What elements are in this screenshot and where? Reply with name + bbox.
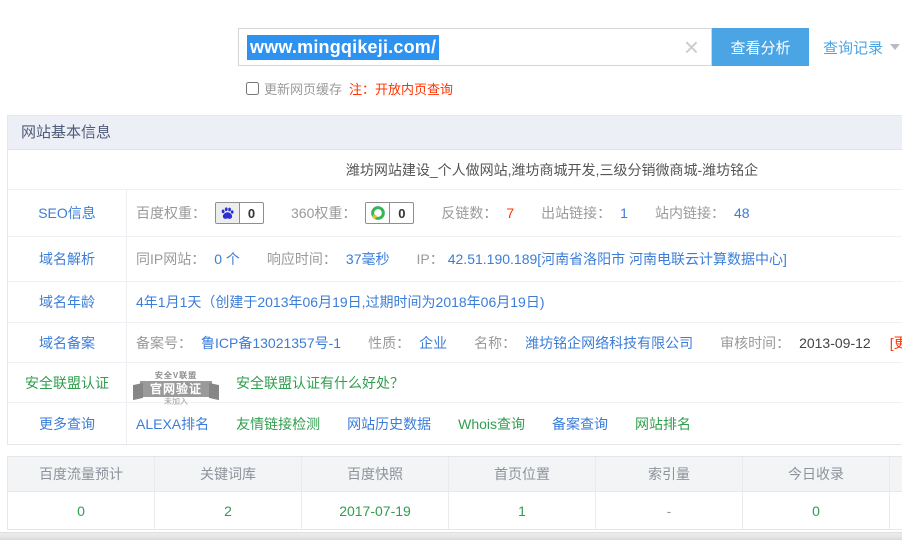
outlinks-value[interactable]: 1 <box>620 205 628 221</box>
update-cache-label: 更新网页缓存 <box>264 82 343 97</box>
baidu-weight-value: 0 <box>247 205 256 221</box>
response-time-label: 响应时间： <box>266 251 337 267</box>
row-label-seo: SEO信息 <box>8 190 127 236</box>
icp-audit-label: 审核时间： <box>720 334 791 351</box>
so360-weight-value: 0 <box>398 205 406 221</box>
inlinks-label: 站内链接： <box>654 205 725 221</box>
icp-number-value[interactable]: 鲁ICP备13021357号-1 <box>201 333 341 353</box>
link-icp-query[interactable]: 备案查询 <box>552 414 608 434</box>
link-site-rank[interactable]: 网站排名 <box>635 414 691 434</box>
more-query-row: 更多查询 ALEXA排名 友情链接检测 网站历史数据 Whois查询 备案查询 … <box>8 403 902 444</box>
ip-label: IP： <box>416 251 444 267</box>
value-extra <box>890 492 902 529</box>
stats-value-row: 0 2 2017-07-19 1 - 0 <box>8 492 902 529</box>
row-label-icp: 域名备案 <box>8 323 127 362</box>
so360-weight-label: 360权重： <box>291 205 357 221</box>
so360-weight-badge[interactable]: 0 <box>365 202 415 224</box>
backlinks-label: 反链数： <box>441 205 498 221</box>
value-baidu-traffic[interactable]: 0 <box>8 492 155 529</box>
row-label-more: 更多查询 <box>8 403 127 444</box>
stats-table: 百度流量预计 关键词库 百度快照 首页位置 索引量 今日收录 0 2 2017-… <box>7 456 902 530</box>
value-keyword-library[interactable]: 2 <box>155 492 302 529</box>
baidu-weight-badge[interactable]: 0 <box>215 202 264 224</box>
header-baidu-traffic: 百度流量预计 <box>8 457 155 491</box>
cert-badge-ribbon-text: 官网验证 <box>140 381 212 397</box>
security-benefit-link[interactable]: 安全联盟认证有什么好处？ <box>236 373 404 393</box>
security-cert-badge-icon[interactable]: 安全V联盟 官网验证 未加入 <box>131 365 221 406</box>
security-cert-row: 安全联盟认证 安全V联盟 官网验证 未加入 安全联盟认证有什么好处？ <box>8 363 902 406</box>
panel-title: 网站基本信息 <box>8 116 902 150</box>
value-index-volume: - <box>596 492 743 529</box>
header-index-volume: 索引量 <box>596 457 743 491</box>
icp-audit-value: 2013-09-12 <box>799 334 871 351</box>
value-today-included[interactable]: 0 <box>743 492 890 529</box>
value-homepage-position[interactable]: 1 <box>449 492 596 529</box>
icp-number-label: 备案号： <box>136 334 192 351</box>
ip-value[interactable]: 42.51.190.189[河南省洛阳市 河南电联云计算数据中心] <box>448 249 787 269</box>
clear-icon[interactable]: × <box>684 34 699 60</box>
site-info-panel: 网站基本信息 潍坊网站建设_个人做网站,潍坊商城开发,三级分销微商城-潍坊铭企 … <box>7 115 902 445</box>
icp-name-value[interactable]: 潍坊铭企网络科技有限公司 <box>525 333 693 353</box>
inner-page-note: 注：开放内页查询 <box>349 82 454 97</box>
row-label-security: 安全联盟认证 <box>8 363 127 402</box>
age-info-row: 域名年龄 4年1月1天（创建于2013年06月19日,过期时间为2018年06月… <box>8 282 902 323</box>
cert-badge-top-text: 安全V联盟 <box>154 371 198 380</box>
chevron-down-icon <box>890 44 901 50</box>
seo-info-row: SEO信息 百度权重： 0 360权重： 0 反链数： 7 出站链接： 1 站内… <box>8 190 902 237</box>
value-baidu-snapshot[interactable]: 2017-07-19 <box>302 492 449 529</box>
outlinks-label: 出站链接： <box>541 205 612 221</box>
backlinks-value[interactable]: 7 <box>506 205 514 221</box>
update-cache-checkbox[interactable] <box>246 82 259 95</box>
icp-update-link[interactable]: [更新] <box>890 333 902 353</box>
history-link-label: 查询记录 <box>823 39 884 57</box>
analyze-button[interactable]: 查看分析 <box>712 28 809 66</box>
icp-name-label: 名称： <box>474 334 517 351</box>
link-alexa-rank[interactable]: ALEXA排名 <box>136 414 209 434</box>
header-keyword-library: 关键词库 <box>155 457 302 491</box>
header-baidu-snapshot: 百度快照 <box>302 457 449 491</box>
domain-age-value: 4年1月1天（创建于2013年06月19日,过期时间为2018年06月19日) <box>136 294 545 310</box>
so360-icon <box>366 203 391 223</box>
icp-nature-label: 性质： <box>368 334 411 351</box>
row-label-age: 域名年龄 <box>8 282 127 322</box>
link-site-history[interactable]: 网站历史数据 <box>347 414 431 434</box>
icp-info-row: 域名备案 备案号： 鲁ICP备13021357号-1 性质： 企业 名称： 潍坊… <box>8 323 902 363</box>
link-whois-query[interactable]: Whois查询 <box>458 414 525 434</box>
link-friend-link-check[interactable]: 友情链接检测 <box>236 414 320 434</box>
row-label-dns: 域名解析 <box>8 237 127 281</box>
response-time-value: 37毫秒 <box>345 251 390 267</box>
header-homepage-position: 首页位置 <box>449 457 596 491</box>
search-input-value[interactable]: www.mingqikeji.com/ <box>247 34 440 60</box>
stats-header-row: 百度流量预计 关键词库 百度快照 首页位置 索引量 今日收录 <box>8 457 902 492</box>
dns-info-row: 域名解析 同IP网站： 0 个 响应时间： 37毫秒 IP： 42.51.190… <box>8 237 902 282</box>
baidu-weight-label: 百度权重： <box>136 205 206 221</box>
header-today-included: 今日收录 <box>743 457 890 491</box>
site-title: 潍坊网站建设_个人做网站,潍坊商城开发,三级分销微商城-潍坊铭企 <box>8 150 902 190</box>
same-ip-label: 同IP网站： <box>136 251 206 267</box>
page-bottom-divider <box>0 532 902 540</box>
history-link[interactable]: 查询记录 <box>823 28 901 66</box>
icp-nature-value: 企业 <box>419 334 448 351</box>
same-ip-value[interactable]: 0 个 <box>214 249 240 269</box>
header-extra <box>890 457 902 491</box>
cert-badge-bottom-text: 未加入 <box>164 397 188 406</box>
baidu-paw-icon <box>216 203 240 223</box>
search-section: www.mingqikeji.com/ × 查看分析 查询记录 更新网页缓存 注… <box>0 0 902 98</box>
search-input[interactable]: www.mingqikeji.com/ × <box>238 28 712 66</box>
inlinks-value[interactable]: 48 <box>734 205 750 221</box>
